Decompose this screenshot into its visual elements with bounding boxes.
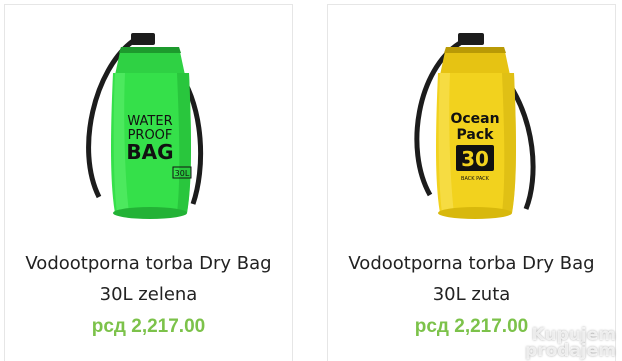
bag-label-line-1: Ocean [450, 111, 499, 127]
product-card-green[interactable]: WATER PROOF BAG 30L Vodootporna torba Dr… [4, 4, 293, 361]
yellow-dry-bag-image[interactable]: Ocean Pack 30 BACK PACK [378, 29, 568, 227]
bag-sub-label: BACK PACK [461, 176, 490, 182]
product-price: рсд 2,217.00 [91, 316, 206, 337]
product-title[interactable]: Vodootporna torba Dry Bag 30L zelena [5, 248, 292, 310]
bag-label-line-1: WATER [127, 114, 172, 129]
watermark-line-2: prodajem [525, 341, 616, 361]
product-card-yellow[interactable]: Ocean Pack 30 BACK PACK Vodootporna torb… [327, 4, 616, 361]
bag-badge: 30L [175, 169, 190, 178]
bag-badge: 30 [461, 147, 489, 171]
product-title[interactable]: Vodootporna torba Dry Bag 30L zuta [328, 248, 615, 310]
green-dry-bag-image[interactable]: WATER PROOF BAG 30L [55, 29, 245, 227]
bag-label-line-2: Pack [457, 127, 495, 143]
bag-label-line-3: BAG [126, 140, 173, 164]
watermark-logo: Kupujem prodajem [496, 327, 616, 361]
